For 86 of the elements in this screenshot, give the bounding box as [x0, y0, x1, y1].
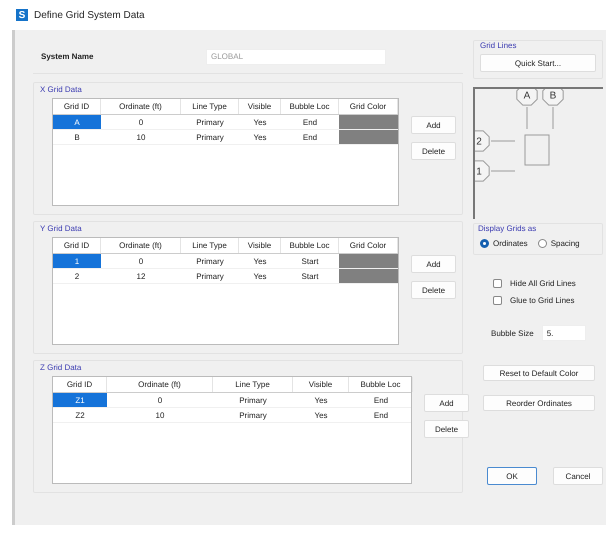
table-cell[interactable]: 2 [53, 269, 101, 283]
table-cell[interactable]: Primary [181, 269, 239, 283]
column-header: Visible [293, 377, 349, 392]
group-title: X Grid Data [40, 85, 83, 94]
radio-option[interactable]: Ordinates [480, 239, 528, 248]
column-header: Bubble Loc [281, 238, 339, 253]
add-button[interactable]: Add [411, 116, 456, 134]
column-header: Visible [239, 99, 281, 114]
column-header: Line Type [181, 238, 239, 253]
table-cell[interactable]: End [349, 408, 413, 422]
column-header: Bubble Loc [349, 377, 413, 392]
column-header: Grid Color [339, 99, 398, 114]
column-header: Grid ID [53, 377, 107, 392]
delete-button[interactable]: Delete [424, 420, 469, 438]
checkbox-label: Glue to Grid Lines [510, 296, 574, 305]
color-swatch[interactable] [339, 269, 398, 283]
table-cell[interactable]: 0 [101, 115, 181, 129]
table-cell[interactable]: Primary [181, 115, 239, 129]
table-cell[interactable]: Yes [239, 115, 281, 129]
grid-bubble: A [516, 89, 538, 106]
delete-button[interactable]: Delete [411, 142, 456, 160]
column-header: Visible [239, 238, 281, 253]
option-label: Spacing [550, 239, 580, 248]
grid-bubble: B [542, 89, 564, 106]
table-cell[interactable]: Start [281, 254, 339, 268]
table-cell[interactable]: Yes [293, 408, 349, 422]
table-cell[interactable]: 10 [107, 408, 213, 422]
option-label: Ordinates [493, 239, 528, 248]
group-title: Z Grid Data [40, 363, 82, 372]
column-header: Grid ID [53, 99, 101, 114]
table-cell[interactable]: B [53, 130, 101, 144]
column-header: Line Type [181, 99, 239, 114]
column-header: Bubble Loc [281, 99, 339, 114]
table-cell[interactable]: Primary [181, 254, 239, 268]
color-swatch[interactable] [339, 130, 398, 144]
delete-button[interactable]: Delete [411, 281, 456, 299]
grid-bubble: 2 [475, 130, 490, 152]
column-header: Grid Color [339, 238, 398, 253]
table-cell[interactable]: Z1 [53, 393, 107, 407]
table-cell[interactable]: Primary [213, 408, 293, 422]
table-cell[interactable]: Yes [239, 269, 281, 283]
add-button[interactable]: Add [411, 255, 456, 273]
table-cell[interactable]: Primary [213, 393, 293, 407]
field-label: Bubble Size [491, 328, 534, 338]
group-title: Display Grids as [478, 224, 538, 233]
table-cell[interactable]: 0 [107, 393, 213, 407]
bubble-size-field[interactable]: 5. [542, 325, 586, 341]
table-cell[interactable]: Start [281, 269, 339, 283]
table-cell[interactable]: 0 [101, 254, 181, 268]
quick-start-button[interactable]: Quick Start... [480, 54, 596, 72]
ok-button[interactable]: OK [487, 467, 537, 485]
column-header: Grid ID [53, 238, 101, 253]
color-swatch[interactable] [339, 115, 398, 129]
column-header: Ordinate (ft) [101, 238, 181, 253]
table-cell[interactable]: End [349, 393, 413, 407]
reorder-button[interactable]: Reorder Ordinates [483, 395, 595, 411]
table-cell[interactable]: Z2 [53, 408, 107, 422]
app-logo-icon: S [16, 9, 28, 21]
table-cell[interactable]: Yes [239, 130, 281, 144]
column-header: Line Type [213, 377, 293, 392]
color-swatch[interactable] [339, 254, 398, 268]
table-cell[interactable]: Yes [239, 254, 281, 268]
column-header: Ordinate (ft) [107, 377, 213, 392]
window-title: Define Grid System Data [34, 10, 145, 20]
table-cell[interactable]: Yes [293, 393, 349, 407]
table-cell[interactable]: End [281, 130, 339, 144]
table-cell[interactable]: 1 [53, 254, 101, 268]
reset-color-button[interactable]: Reset to Default Color [483, 365, 595, 381]
table-cell[interactable]: 12 [101, 269, 181, 283]
radio-icon[interactable] [538, 239, 547, 248]
radio-option[interactable]: Spacing [538, 239, 580, 248]
checkbox[interactable] [493, 296, 502, 305]
table-cell[interactable]: A [53, 115, 101, 129]
column-header: Ordinate (ft) [101, 99, 181, 114]
group-title: Grid Lines [480, 41, 518, 50]
radio-icon[interactable] [480, 239, 489, 248]
group-title: Y Grid Data [40, 224, 83, 233]
cancel-button[interactable]: Cancel [553, 467, 603, 485]
table-cell[interactable]: End [281, 115, 339, 129]
table-cell[interactable]: 10 [101, 130, 181, 144]
checkbox-label: Hide All Grid Lines [510, 279, 576, 288]
checkbox[interactable] [493, 279, 502, 288]
field-label: System Name [41, 52, 94, 61]
table-cell[interactable]: Primary [181, 130, 239, 144]
grid-bubble: 1 [475, 160, 490, 182]
add-button[interactable]: Add [424, 394, 469, 412]
